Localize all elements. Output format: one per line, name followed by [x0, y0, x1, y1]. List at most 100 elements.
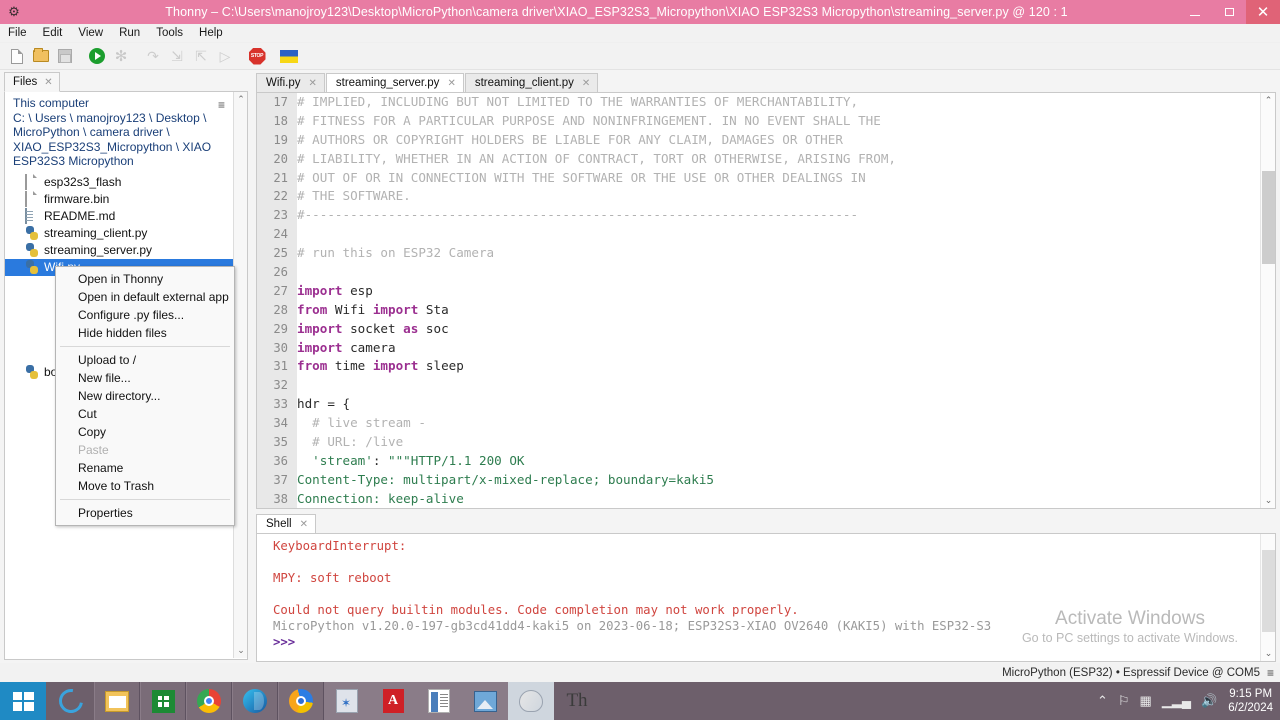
- taskbar-paint[interactable]: [508, 682, 554, 720]
- code-text-area[interactable]: 17# IMPLIED, INCLUDING BUT NOT LIMITED T…: [297, 93, 1260, 508]
- close-icon[interactable]: ✕: [44, 77, 52, 88]
- close-button[interactable]: ✕: [1246, 0, 1280, 24]
- ctx-upload-to-root[interactable]: Upload to /: [56, 351, 234, 369]
- taskbar-app-generic[interactable]: ✶: [324, 682, 370, 720]
- ctx-hide-hidden-files[interactable]: Hide hidden files: [56, 324, 234, 342]
- menu-file[interactable]: File: [0, 24, 35, 43]
- taskbar-document-viewer[interactable]: [416, 682, 462, 720]
- volume-muted-icon[interactable]: 🔊: [1201, 693, 1217, 709]
- taskbar-thonny[interactable]: Th: [554, 682, 600, 720]
- line-number: 25: [257, 244, 288, 263]
- maximize-button[interactable]: [1212, 0, 1246, 24]
- minimize-button[interactable]: [1178, 0, 1212, 24]
- ctx-move-to-trash[interactable]: Move to Trash: [56, 477, 234, 495]
- ukraine-flag-button[interactable]: [278, 45, 300, 67]
- shell-output[interactable]: KeyboardInterrupt: MPY: soft reboot Coul…: [257, 534, 1275, 650]
- ctx-properties[interactable]: Properties: [56, 504, 234, 522]
- scrollbar-thumb[interactable]: [1262, 550, 1275, 632]
- taskbar-chrome-canary[interactable]: [278, 682, 324, 720]
- chevron-down-icon[interactable]: ⌄: [1261, 646, 1276, 661]
- open-file-button[interactable]: [30, 45, 52, 67]
- menu-tools[interactable]: Tools: [148, 24, 191, 43]
- hamburger-icon[interactable]: ≡: [218, 98, 225, 112]
- chevron-up-icon[interactable]: ⌃: [1261, 93, 1276, 108]
- menu-help[interactable]: Help: [191, 24, 231, 43]
- ctx-open-in-thonny[interactable]: Open in Thonny: [56, 270, 234, 288]
- line-number: 23: [257, 206, 288, 225]
- list-item[interactable]: streaming_server.py: [5, 242, 247, 259]
- close-icon[interactable]: ✕: [300, 519, 308, 530]
- ctx-rename[interactable]: Rename: [56, 459, 234, 477]
- line-number: 20: [257, 150, 288, 169]
- ctx-new-directory[interactable]: New directory...: [56, 387, 234, 405]
- interpreter-status[interactable]: MicroPython (ESP32) • Espressif Device @…: [1002, 667, 1260, 679]
- close-icon[interactable]: ✕: [447, 78, 455, 89]
- new-file-icon: [11, 49, 23, 64]
- debug-button[interactable]: ✻: [110, 45, 132, 67]
- list-item[interactable]: firmware.bin: [5, 191, 247, 208]
- ctx-copy[interactable]: Copy: [56, 423, 234, 441]
- chevron-down-icon[interactable]: ⌄: [234, 643, 248, 658]
- step-into-button[interactable]: ⇲: [166, 45, 188, 67]
- tab-wifi-py[interactable]: Wifi.py ✕: [256, 73, 325, 93]
- tab-streaming-client-py[interactable]: streaming_client.py ✕: [465, 73, 598, 93]
- menu-view[interactable]: View: [70, 24, 111, 43]
- menu-edit[interactable]: Edit: [35, 24, 71, 43]
- list-item[interactable]: esp32s3_flash: [5, 174, 247, 191]
- new-file-button[interactable]: [6, 45, 28, 67]
- run-button[interactable]: [86, 45, 108, 67]
- code-line: 27import esp: [297, 282, 1260, 301]
- files-scrollbar[interactable]: ⌃ ⌄: [233, 92, 247, 658]
- close-icon[interactable]: ✕: [309, 78, 317, 89]
- taskbar-microsoft-store[interactable]: [140, 682, 186, 720]
- shell-body[interactable]: KeyboardInterrupt: MPY: soft reboot Coul…: [256, 533, 1276, 662]
- taskbar-photo-viewer[interactable]: [462, 682, 508, 720]
- shell-scrollbar[interactable]: ⌄: [1260, 534, 1275, 661]
- menu-run[interactable]: Run: [111, 24, 148, 43]
- taskbar-microsoft-edge[interactable]: [232, 682, 278, 720]
- step-out-button[interactable]: ⇱: [190, 45, 212, 67]
- taskbar-google-chrome[interactable]: [186, 682, 232, 720]
- clock[interactable]: 9:15 PM 6/2/2024: [1228, 687, 1273, 715]
- close-icon[interactable]: ✕: [582, 78, 590, 89]
- start-button[interactable]: [0, 682, 46, 720]
- code-line: 22# THE SOFTWARE.: [297, 187, 1260, 206]
- tab-label: Shell: [266, 518, 292, 530]
- tab-files[interactable]: Files ✕: [4, 72, 60, 92]
- list-item[interactable]: streaming_client.py: [5, 225, 247, 242]
- step-over-button[interactable]: ↷: [142, 45, 164, 67]
- network-icon[interactable]: ▁▂▄: [1162, 693, 1191, 709]
- python-file-icon: [25, 243, 39, 257]
- list-item[interactable]: README.md: [5, 208, 247, 225]
- battery-icon[interactable]: ▦: [1140, 693, 1152, 709]
- taskbar-sticky-notes[interactable]: [94, 682, 140, 720]
- ctx-open-external-app[interactable]: Open in default external app: [56, 288, 234, 306]
- ctx-cut[interactable]: Cut: [56, 405, 234, 423]
- tab-streaming-server-py[interactable]: streaming_server.py ✕: [326, 73, 464, 93]
- tab-shell[interactable]: Shell ✕: [256, 514, 316, 534]
- chevron-down-icon[interactable]: ⌄: [1261, 493, 1276, 508]
- save-file-button[interactable]: [54, 45, 76, 67]
- code-token: from: [297, 358, 327, 373]
- line-number: 28: [257, 301, 288, 320]
- chevron-up-icon[interactable]: ⌃: [234, 92, 248, 107]
- files-path-line-2: MicroPython \ camera driver \: [13, 125, 239, 140]
- hamburger-icon[interactable]: ≡: [1267, 666, 1274, 680]
- editor-scrollbar[interactable]: ⌃ ⌄: [1260, 93, 1275, 508]
- taskbar-internet-explorer[interactable]: [48, 682, 94, 720]
- document-icon: [428, 689, 450, 713]
- taskbar-adobe-reader[interactable]: A: [370, 682, 416, 720]
- stop-button[interactable]: STOP: [246, 45, 268, 67]
- show-hidden-icons-icon[interactable]: ⌃: [1097, 693, 1108, 709]
- code-token: Sta: [418, 302, 448, 317]
- resume-button[interactable]: ▷: [214, 45, 236, 67]
- code-token: # THE SOFTWARE.: [297, 188, 411, 203]
- ctx-new-file[interactable]: New file...: [56, 369, 234, 387]
- editor-body[interactable]: 17# IMPLIED, INCLUDING BUT NOT LIMITED T…: [256, 92, 1276, 509]
- main-toolbar: ✻ ↷ ⇲ ⇱ ▷ STOP: [0, 43, 1280, 70]
- paint-icon: [519, 690, 543, 712]
- scrollbar-thumb[interactable]: [1262, 171, 1275, 264]
- ctx-configure-py-files[interactable]: Configure .py files...: [56, 306, 234, 324]
- flag-icon[interactable]: ⚐: [1118, 693, 1130, 709]
- line-number: 26: [257, 263, 288, 282]
